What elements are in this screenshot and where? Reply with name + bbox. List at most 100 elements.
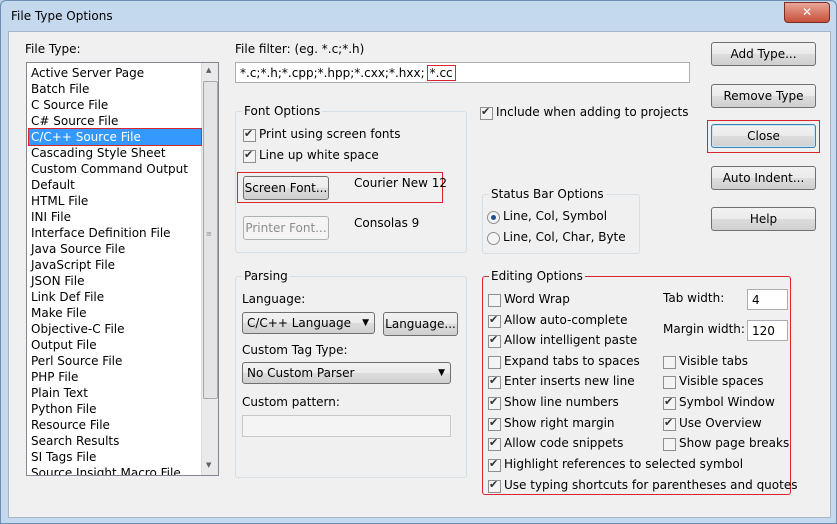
scrollbar-grip-icon: ≡ bbox=[206, 230, 212, 238]
auto-complete-label: Allow auto-complete bbox=[504, 313, 628, 327]
file-type-item[interactable]: JavaScript File bbox=[29, 257, 201, 273]
symbol-window-checkbox[interactable] bbox=[663, 395, 676, 410]
print-screen-fonts-checkbox[interactable] bbox=[243, 127, 256, 142]
file-filter-highlight: *.cc bbox=[426, 65, 456, 81]
language-select[interactable]: C/C++ Language ▼ bbox=[242, 312, 375, 334]
scroll-up-icon[interactable]: ▲ bbox=[206, 66, 211, 74]
margin-width-input[interactable]: 120 bbox=[747, 320, 788, 341]
file-type-item[interactable]: Java Source File bbox=[29, 241, 201, 257]
file-type-label: File Type: bbox=[25, 42, 81, 56]
show-line-numbers-checkbox[interactable] bbox=[488, 395, 501, 410]
add-type-button[interactable]: Add Type... bbox=[711, 42, 816, 66]
status-bar-group: Status Bar Options Line, Col, Symbol Lin… bbox=[482, 187, 640, 254]
show-page-breaks-checkbox[interactable] bbox=[663, 438, 676, 451]
auto-complete-checkbox[interactable] bbox=[488, 313, 501, 328]
word-wrap-checkbox[interactable] bbox=[488, 294, 501, 307]
file-type-item[interactable]: Make File bbox=[29, 305, 201, 321]
expand-tabs-label: Expand tabs to spaces bbox=[504, 354, 640, 368]
file-type-item[interactable]: C# Source File bbox=[29, 113, 201, 129]
window-title: File Type Options bbox=[11, 9, 113, 23]
file-type-item[interactable]: Default bbox=[29, 177, 201, 193]
file-type-item[interactable]: PHP File bbox=[29, 369, 201, 385]
file-type-item[interactable]: INI File bbox=[29, 209, 201, 225]
show-line-numbers-label: Show line numbers bbox=[504, 395, 619, 409]
intelligent-paste-checkbox[interactable] bbox=[488, 333, 501, 348]
file-type-item[interactable]: Cascading Style Sheet bbox=[29, 145, 201, 161]
file-filter-label: File filter: (eg. *.c;*.h) bbox=[235, 42, 365, 56]
show-right-margin-label: Show right margin bbox=[504, 416, 615, 430]
remove-type-button[interactable]: Remove Type bbox=[711, 84, 816, 108]
visible-tabs-label: Visible tabs bbox=[679, 354, 748, 368]
visible-spaces-label: Visible spaces bbox=[679, 374, 764, 388]
tab-width-input[interactable]: 4 bbox=[747, 289, 788, 310]
status-option-symbol-label: Line, Col, Symbol bbox=[503, 209, 608, 223]
file-type-item[interactable]: JSON File bbox=[29, 273, 201, 289]
status-option-symbol-radio[interactable] bbox=[487, 211, 500, 224]
code-snippets-checkbox[interactable] bbox=[488, 436, 501, 451]
enter-inserts-label: Enter inserts new line bbox=[504, 374, 635, 388]
margin-width-label: Margin width: bbox=[663, 322, 745, 336]
show-page-breaks-label: Show page breaks bbox=[679, 436, 790, 450]
chevron-down-icon: ▼ bbox=[438, 368, 445, 378]
file-type-item[interactable]: Interface Definition File bbox=[29, 225, 201, 241]
parsing-title: Parsing bbox=[242, 269, 290, 283]
show-right-margin-checkbox[interactable] bbox=[488, 416, 501, 431]
file-type-item[interactable]: Resource File bbox=[29, 417, 201, 433]
window-close-icon[interactable]: ✕ bbox=[784, 2, 830, 23]
file-filter-input[interactable]: *.c;*.h;*.cpp;*.hpp;*.cxx;*.hxx; *.cc bbox=[235, 62, 690, 83]
editing-options-group: Editing Options Word Wrap Allow auto-com… bbox=[482, 269, 797, 495]
font-options-title: Font Options bbox=[242, 104, 323, 118]
help-button[interactable]: Help bbox=[711, 207, 816, 231]
file-type-item[interactable]: Link Def File bbox=[29, 289, 201, 305]
file-filter-value: *.c;*.h;*.cpp;*.hpp;*.cxx;*.hxx; bbox=[240, 66, 425, 80]
file-type-item[interactable]: Source Insight Macro File bbox=[29, 465, 201, 475]
file-type-item[interactable]: Active Server Page bbox=[29, 65, 201, 81]
file-type-item[interactable]: HTML File bbox=[29, 193, 201, 209]
close-button[interactable]: Close bbox=[711, 124, 816, 148]
file-type-item[interactable]: Perl Source File bbox=[29, 353, 201, 369]
include-projects-label: Include when adding to projects bbox=[496, 105, 689, 119]
screen-font-button[interactable]: Screen Font... bbox=[243, 176, 329, 200]
expand-tabs-checkbox[interactable] bbox=[488, 356, 501, 369]
include-projects-checkbox[interactable] bbox=[480, 105, 493, 120]
scrollbar-thumb[interactable] bbox=[203, 81, 218, 399]
custom-pattern-input[interactable] bbox=[242, 415, 451, 437]
line-up-whitespace-checkbox[interactable] bbox=[243, 148, 256, 163]
file-type-item[interactable]: Custom Command Output bbox=[29, 161, 201, 177]
file-type-list[interactable]: ▲ ≡ ▼ Active Server Page Batch File C Sour… bbox=[26, 62, 219, 476]
auto-indent-button[interactable]: Auto Indent... bbox=[711, 166, 816, 190]
custom-tag-type-select[interactable]: No Custom Parser ▼ bbox=[242, 362, 451, 384]
highlight-refs-checkbox[interactable] bbox=[488, 457, 501, 472]
custom-tag-type-value: No Custom Parser bbox=[247, 366, 355, 380]
file-type-item[interactable]: SI Tags File bbox=[29, 449, 201, 465]
enter-inserts-checkbox[interactable] bbox=[488, 374, 501, 389]
intelligent-paste-label: Allow intelligent paste bbox=[504, 333, 638, 347]
printer-font-button[interactable]: Printer Font... bbox=[243, 216, 329, 240]
file-type-scrollbar[interactable]: ▲ ≡ ▼ bbox=[201, 63, 218, 475]
chevron-down-icon: ▼ bbox=[362, 318, 369, 328]
file-type-item[interactable]: Batch File bbox=[29, 81, 201, 97]
file-type-item[interactable]: Objective-C File bbox=[29, 321, 201, 337]
visible-tabs-checkbox[interactable] bbox=[663, 356, 676, 369]
visible-spaces-checkbox[interactable] bbox=[663, 376, 676, 389]
scroll-down-icon[interactable]: ▼ bbox=[206, 461, 211, 469]
file-type-item[interactable]: C Source File bbox=[29, 97, 201, 113]
file-type-item[interactable]: Search Results bbox=[29, 433, 201, 449]
custom-pattern-label: Custom pattern: bbox=[242, 395, 340, 409]
file-type-item[interactable]: Plain Text bbox=[29, 385, 201, 401]
language-button[interactable]: Language... bbox=[383, 312, 458, 336]
language-select-value: C/C++ Language bbox=[247, 316, 351, 330]
font-options-group: Font Options Print using screen fonts Li… bbox=[235, 104, 467, 253]
typing-shortcuts-checkbox[interactable] bbox=[488, 478, 501, 493]
file-type-item[interactable]: Output File bbox=[29, 337, 201, 353]
code-snippets-label: Allow code snippets bbox=[504, 436, 624, 450]
file-type-item[interactable]: C/C++ Source File bbox=[28, 128, 202, 146]
parsing-group: Parsing Language: C/C++ Language ▼ Langu… bbox=[235, 269, 467, 478]
title-bar[interactable]: File Type Options ✕ bbox=[1, 1, 836, 31]
use-overview-checkbox[interactable] bbox=[663, 416, 676, 431]
file-type-item[interactable]: Python File bbox=[29, 401, 201, 417]
status-bar-title: Status Bar Options bbox=[489, 187, 606, 201]
symbol-window-label: Symbol Window bbox=[679, 395, 775, 409]
typing-shortcuts-label: Use typing shortcuts for parentheses and… bbox=[504, 478, 798, 492]
status-option-byte-radio[interactable] bbox=[487, 232, 500, 245]
